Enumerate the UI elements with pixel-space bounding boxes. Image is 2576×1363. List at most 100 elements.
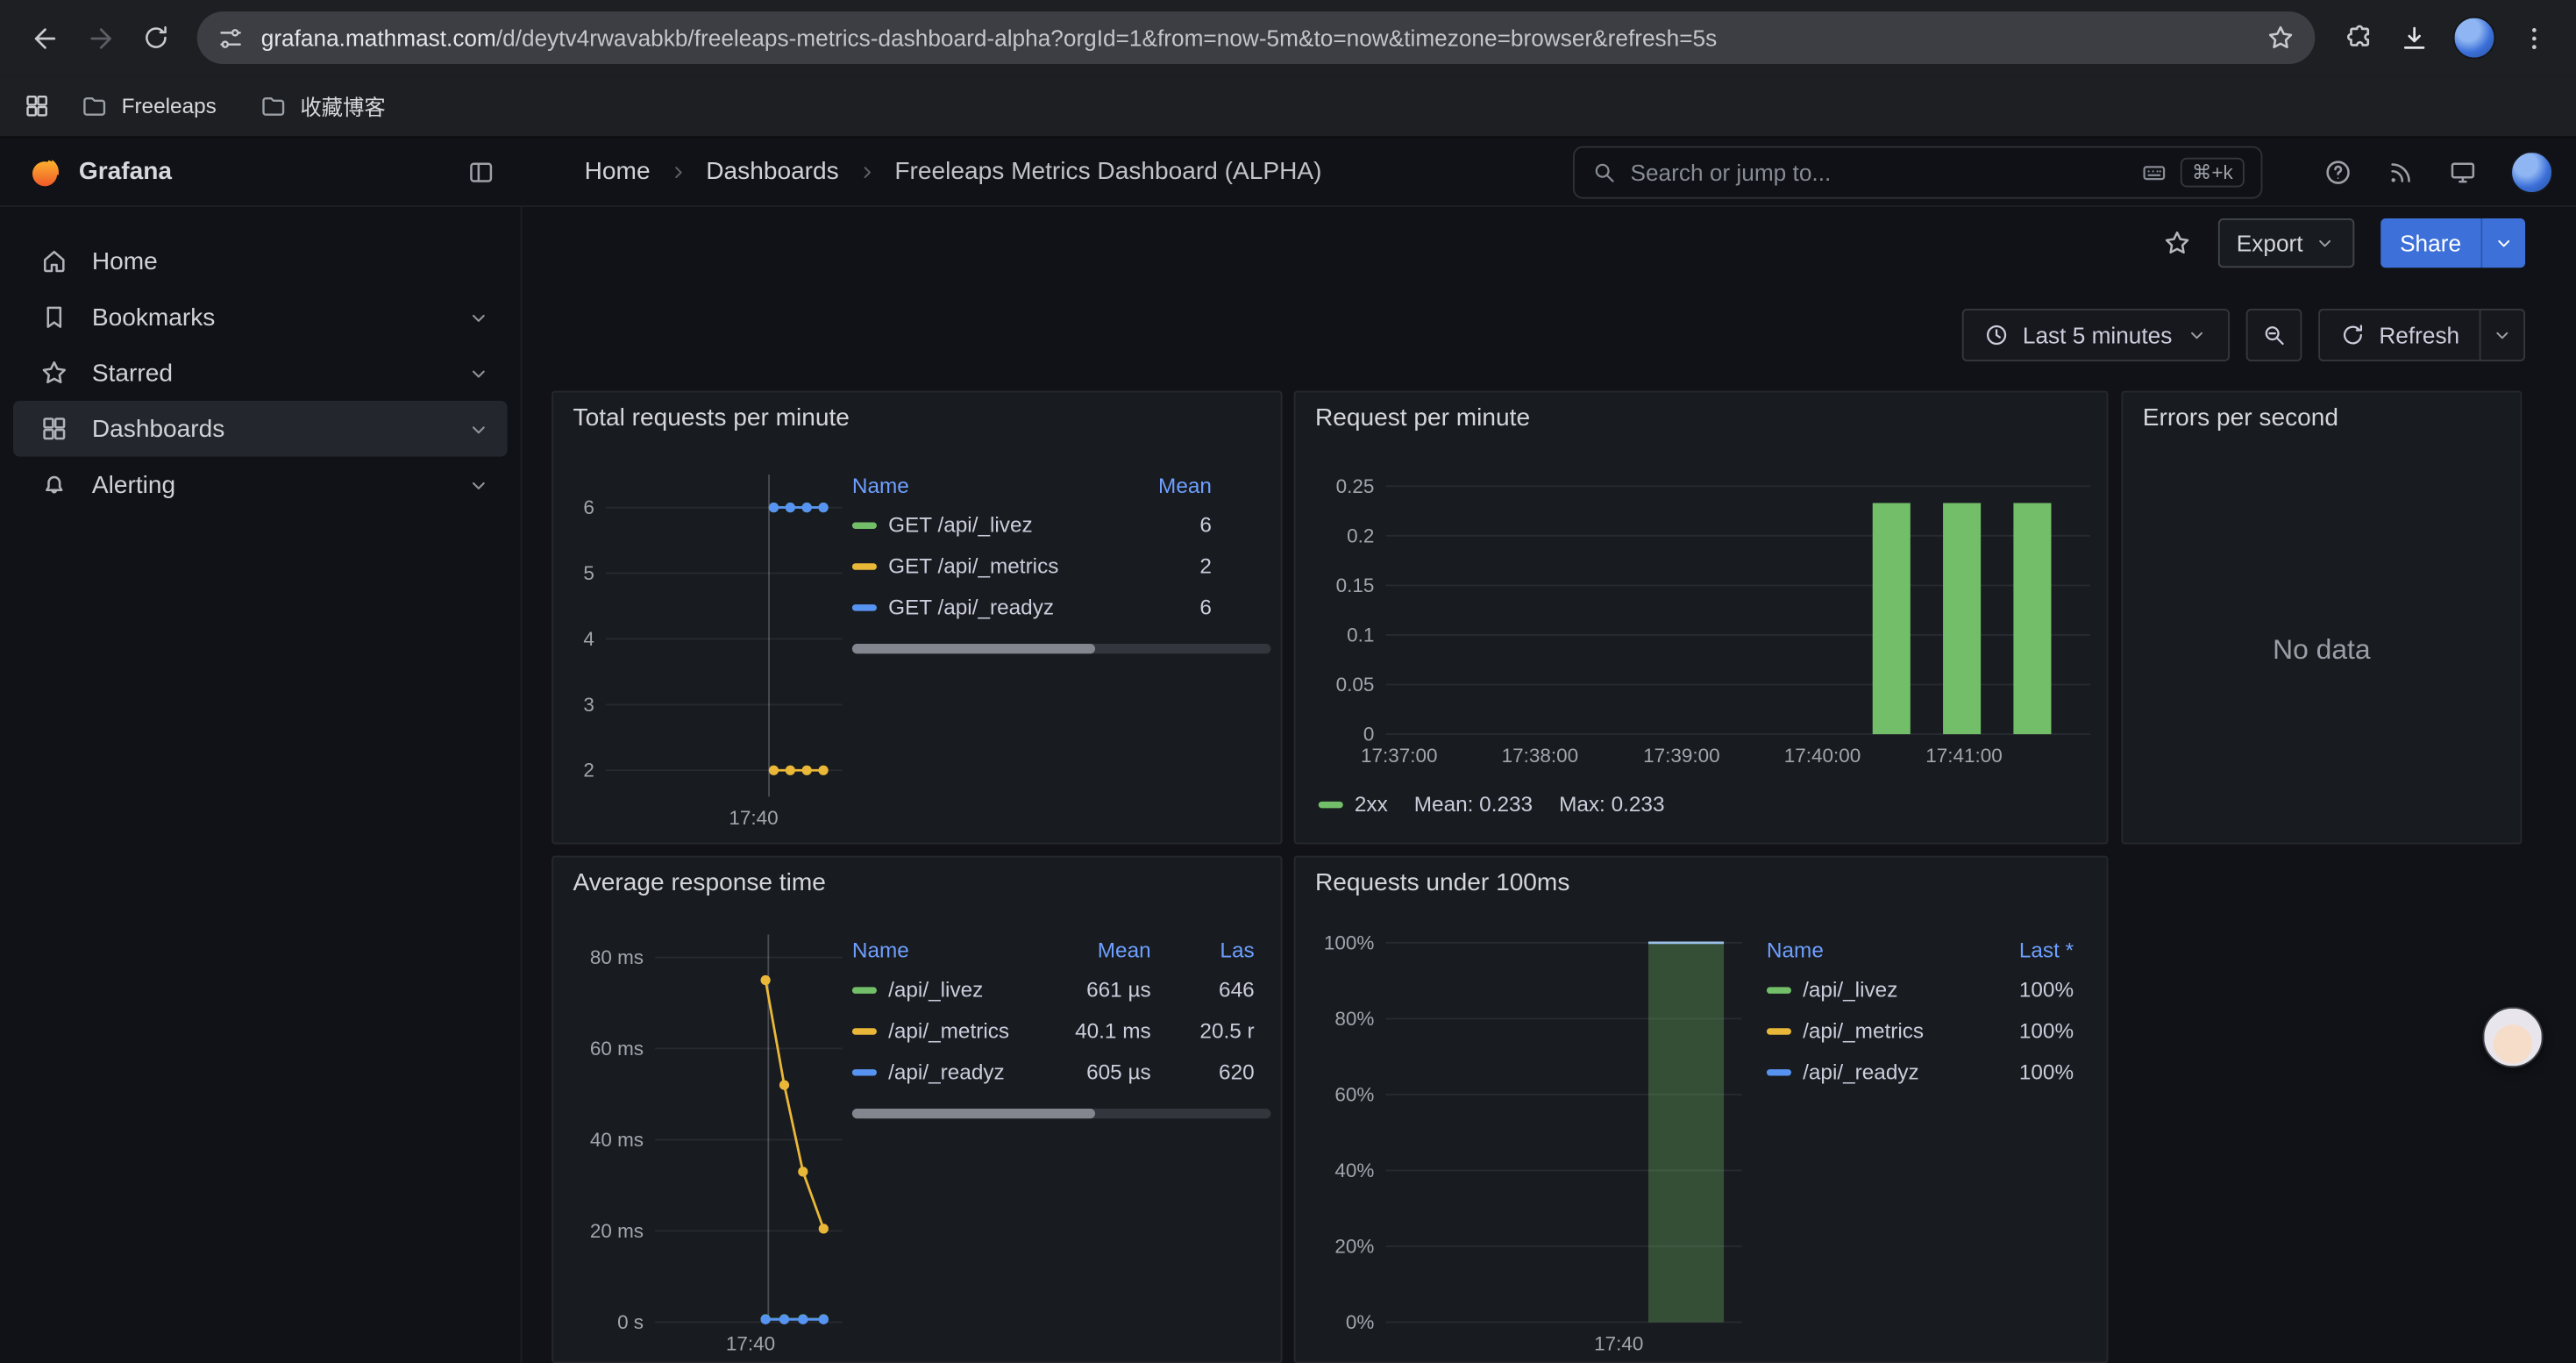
series-name[interactable]: /api/_readyz — [888, 1060, 1005, 1084]
svg-text:0.2: 0.2 — [1347, 525, 1374, 546]
legend-row[interactable]: GET /api/_livez6 — [852, 504, 1271, 546]
chevron-down-icon[interactable] — [466, 417, 491, 441]
series-color-icon[interactable] — [852, 986, 877, 992]
panel-title[interactable]: Total requests per minute — [553, 393, 1281, 444]
series-color-icon[interactable] — [852, 603, 877, 610]
series-name[interactable]: GET /api/_livez — [888, 512, 1033, 537]
bookmark-folder-blogs[interactable]: 收藏博客 — [246, 84, 399, 129]
legend-value: 100% — [1985, 1060, 2083, 1084]
legend-scrollbar[interactable] — [852, 644, 1271, 653]
legend-scrollbar-thumb[interactable] — [852, 644, 1095, 653]
chart-requests-under-100ms[interactable]: 100%80%60%40%20%0%17:40 — [1308, 923, 1784, 1359]
grafana-top-nav: Grafana Home Dashboards Freeleaps Metric… — [0, 138, 2576, 207]
legend-row[interactable]: /api/_readyz 100% — [1767, 1051, 2083, 1092]
panel-request-per-minute[interactable]: Request per minute 0.250.20.150.10.05017… — [1294, 391, 2109, 845]
panel-total-requests-per-minute[interactable]: Total requests per minute 6543217:40 Nam… — [551, 391, 1282, 845]
legend-column-header[interactable]: Name — [852, 937, 1036, 961]
series-color-icon[interactable] — [1767, 986, 1791, 992]
export-button[interactable]: Export — [2218, 218, 2353, 268]
sidebar-item-bookmarks[interactable]: Bookmarks — [13, 289, 508, 346]
bookmark-folder-freeleaps[interactable]: Freeleaps — [68, 85, 230, 126]
time-range-picker[interactable]: Last 5 minutes — [1962, 309, 2230, 361]
panel-errors-per-second[interactable]: Errors per second No data — [2121, 391, 2522, 845]
sidebar-item-home[interactable]: Home — [13, 233, 508, 289]
browser-menu-icon[interactable] — [2519, 22, 2551, 54]
forward-button[interactable] — [72, 10, 128, 66]
svg-text:60%: 60% — [1334, 1083, 1374, 1105]
series-name[interactable]: /api/_readyz — [1803, 1060, 1919, 1084]
chevron-down-icon[interactable] — [466, 304, 491, 329]
grafana-logo[interactable] — [26, 153, 62, 189]
panel-title[interactable]: Errors per second — [2123, 393, 2520, 444]
legend-column-header[interactable]: Mean — [1140, 472, 1271, 496]
refresh-interval-dropdown[interactable] — [2480, 309, 2525, 361]
legend-row[interactable]: 2xx Mean: 0.233 Max: 0.233 — [1319, 792, 1665, 817]
news-rss-icon[interactable] — [2386, 158, 2416, 188]
favorite-star-icon[interactable] — [2163, 228, 2193, 258]
legend-row[interactable]: /api/_readyz605 µs620 — [852, 1051, 1271, 1092]
refresh-button[interactable]: Refresh — [2318, 309, 2480, 361]
series-color-icon[interactable] — [852, 562, 877, 568]
panel-title[interactable]: Average response time — [553, 857, 1281, 908]
legend-scrollbar[interactable] — [852, 1109, 1271, 1118]
legend-row[interactable]: /api/_livez661 µs646 — [852, 969, 1271, 1010]
sidebar-item-dashboards[interactable]: Dashboards — [13, 401, 508, 457]
user-avatar[interactable] — [2510, 151, 2553, 194]
series-color-icon[interactable] — [852, 1027, 877, 1033]
breadcrumb-dashboards[interactable]: Dashboards — [706, 158, 838, 186]
series-color-icon[interactable] — [852, 1068, 877, 1074]
legend-column-header[interactable]: Name — [1767, 937, 1985, 961]
legend-column-header[interactable]: Name — [852, 472, 1140, 496]
reload-button[interactable] — [128, 10, 184, 66]
zoom-out-button[interactable] — [2246, 309, 2302, 361]
legend-row[interactable]: GET /api/_metrics2 — [852, 546, 1271, 587]
apps-grid-icon[interactable] — [23, 92, 51, 120]
panel-title[interactable]: Request per minute — [1295, 393, 2106, 444]
search-bar[interactable]: ⌘+k — [1573, 146, 2262, 199]
legend-row[interactable]: /api/_livez100% — [1767, 969, 2083, 1010]
downloads-icon[interactable] — [2399, 22, 2430, 54]
series-color-icon[interactable] — [852, 522, 877, 528]
extensions-icon[interactable] — [2345, 22, 2376, 54]
panel-average-response-time[interactable]: Average response time 80 ms60 ms40 ms20 … — [551, 856, 1282, 1363]
sidebar-item-alerting[interactable]: Alerting — [13, 457, 508, 513]
panel-requests-under-100ms[interactable]: Requests under 100ms 100%80%60%40%20%0%1… — [1294, 856, 2109, 1363]
chart-request-per-minute[interactable]: 0.250.20.150.10.05017:37:0017:38:0017:39… — [1308, 452, 2100, 789]
chevron-down-icon[interactable] — [466, 360, 491, 385]
browser-profile-avatar[interactable] — [2453, 17, 2496, 60]
series-color-icon[interactable] — [1767, 1027, 1791, 1033]
url-bar[interactable]: grafana.mathmast.com/d/deytv4rwavabkb/fr… — [197, 11, 2316, 64]
series-name[interactable]: /api/_metrics — [888, 1018, 1009, 1043]
dock-sidebar-icon[interactable] — [466, 157, 496, 187]
url-text[interactable]: grafana.mathmast.com/d/deytv4rwavabkb/fr… — [261, 25, 2250, 51]
legend-row[interactable]: GET /api/_readyz6 — [852, 587, 1271, 628]
panel-title[interactable]: Requests under 100ms — [1295, 857, 2106, 908]
back-button[interactable] — [17, 10, 73, 66]
series-name[interactable]: /api/_livez — [888, 977, 983, 1002]
legend-row[interactable]: /api/_metrics100% — [1767, 1010, 2083, 1052]
series-color-icon[interactable] — [1767, 1068, 1791, 1074]
share-button[interactable]: Share — [2380, 218, 2481, 268]
assistant-avatar-button[interactable] — [2482, 1007, 2543, 1067]
kiosk-monitor-icon[interactable] — [2448, 158, 2478, 188]
series-name[interactable]: /api/_metrics — [1803, 1018, 1924, 1043]
bookmark-star-icon[interactable] — [2266, 23, 2295, 53]
legend-column-header[interactable]: Las — [1151, 937, 1271, 961]
series-name[interactable]: GET /api/_readyz — [888, 595, 1054, 619]
series-name[interactable]: GET /api/_metrics — [888, 553, 1058, 578]
bell-icon — [39, 470, 69, 500]
series-name[interactable]: /api/_livez — [1803, 977, 1897, 1002]
search-input[interactable] — [1630, 160, 2127, 186]
sidebar-item-starred[interactable]: Starred — [13, 345, 508, 401]
help-icon[interactable] — [2323, 158, 2353, 188]
series-name[interactable]: 2xx — [1355, 792, 1388, 817]
legend-row[interactable]: /api/_metrics40.1 ms20.5 r — [852, 1010, 1271, 1052]
chevron-down-icon[interactable] — [466, 472, 491, 496]
share-dropdown-button[interactable] — [2480, 218, 2525, 268]
site-info-icon[interactable] — [217, 24, 245, 52]
legend-column-header[interactable]: Last * — [1985, 937, 2083, 961]
legend-column-header[interactable]: Mean — [1036, 937, 1151, 961]
svg-text:0%: 0% — [1346, 1311, 1374, 1333]
legend-scrollbar-thumb[interactable] — [852, 1109, 1095, 1118]
breadcrumb-home[interactable]: Home — [585, 158, 651, 186]
